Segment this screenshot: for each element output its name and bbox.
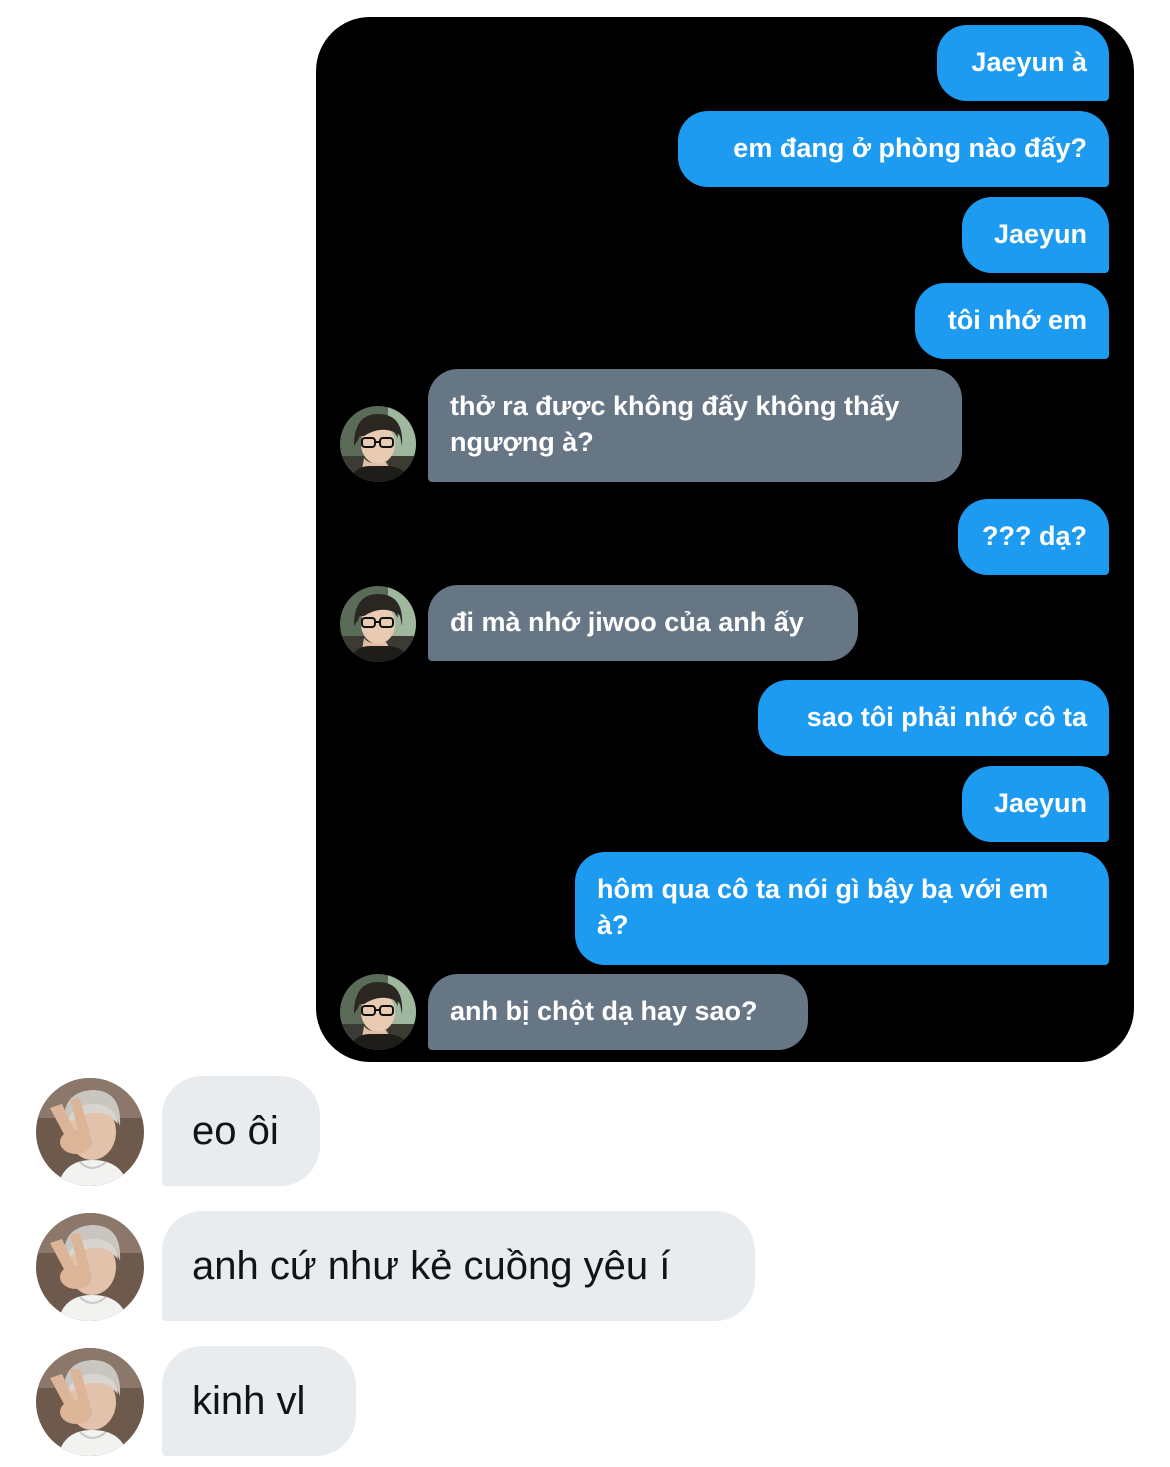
image-message-sent: em đang ở phòng nào đấy?: [678, 111, 1109, 187]
sender-avatar[interactable]: [36, 1213, 144, 1321]
image-avatar: [340, 406, 416, 482]
sender-avatar[interactable]: [36, 1348, 144, 1456]
message-received: kinh vl: [162, 1346, 356, 1456]
sender-avatar[interactable]: [36, 1078, 144, 1186]
image-message-received: đi mà nhớ jiwoo của anh ấy: [428, 585, 858, 661]
shared-screenshot-image: Jaeyun à em đang ở phòng nào đấy? Jaeyun…: [316, 17, 1134, 1062]
message-received: eo ôi: [162, 1076, 320, 1186]
image-avatar: [340, 974, 416, 1050]
image-message-sent: Jaeyun à: [937, 25, 1109, 101]
image-message-sent: ??? dạ?: [958, 499, 1109, 575]
image-message-sent: Jaeyun: [962, 766, 1109, 842]
image-message-sent: Jaeyun: [962, 197, 1109, 273]
image-message-sent: sao tôi phải nhớ cô ta: [758, 680, 1109, 756]
image-message-received: thở ra được không đấy không thấy ngượng …: [428, 369, 962, 482]
message-received: anh cứ như kẻ cuồng yêu í: [162, 1211, 755, 1321]
image-message-received: anh bị chột dạ hay sao?: [428, 974, 808, 1050]
image-message-sent: tôi nhớ em: [915, 283, 1109, 359]
image-avatar: [340, 586, 416, 662]
image-message-sent: hôm qua cô ta nói gì bậy bạ với em à?: [575, 852, 1109, 965]
